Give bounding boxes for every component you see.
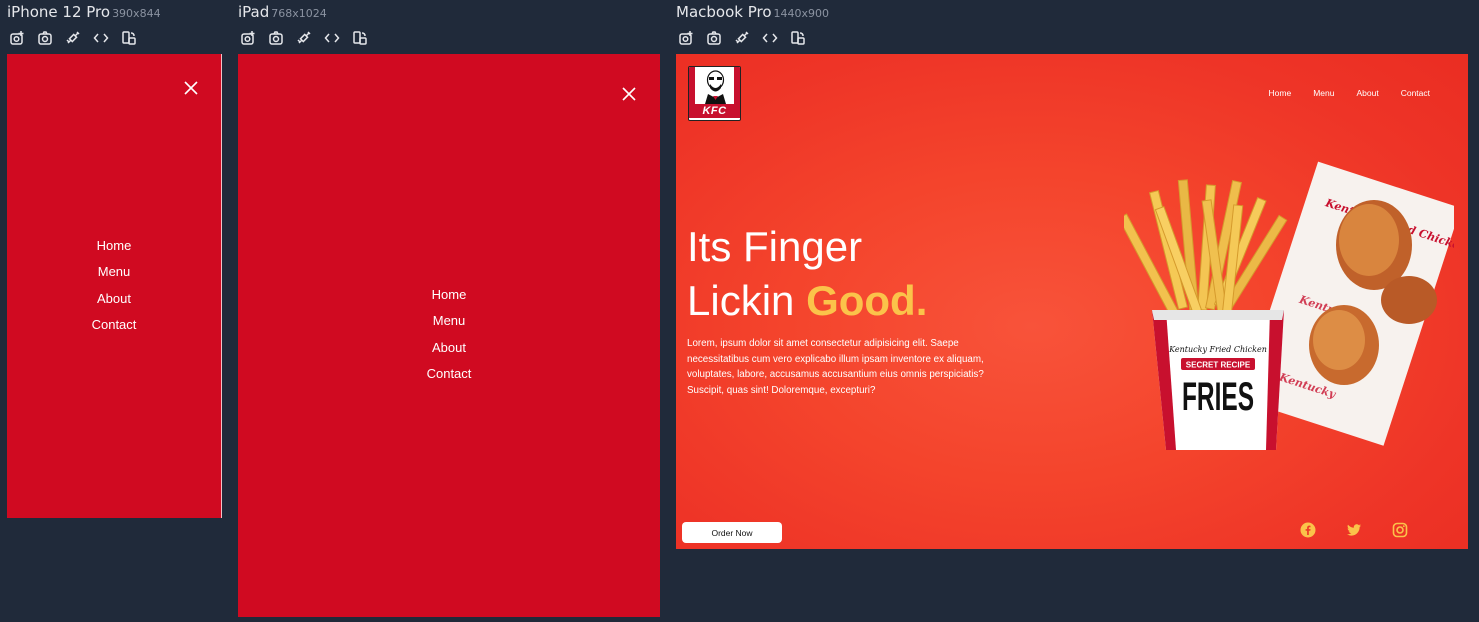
instagram-icon[interactable] bbox=[1392, 522, 1438, 540]
code-icon[interactable] bbox=[762, 28, 790, 48]
rotate-icon[interactable] bbox=[790, 28, 818, 48]
device-toolbar bbox=[9, 28, 149, 48]
sync-icon[interactable] bbox=[734, 28, 762, 48]
device-header: Macbook Pro 1440x900 bbox=[676, 2, 829, 22]
rotate-icon[interactable] bbox=[352, 28, 380, 48]
device-name: iPad bbox=[238, 3, 270, 21]
macbook-viewport: KFC Home Menu About Contact Its Finger L… bbox=[676, 54, 1468, 549]
camera-icon[interactable] bbox=[37, 28, 65, 48]
device-toolbar bbox=[240, 28, 380, 48]
mobile-menu: Home Menu About Contact bbox=[238, 282, 660, 388]
device-size: 768x1024 bbox=[271, 7, 327, 20]
screenshot-icon[interactable] bbox=[240, 28, 268, 48]
sync-icon[interactable] bbox=[296, 28, 324, 48]
headline-accent: Good. bbox=[806, 277, 928, 324]
menu-item-menu[interactable]: Menu bbox=[7, 259, 221, 285]
close-icon[interactable] bbox=[183, 80, 199, 96]
ipad-viewport: Home Menu About Contact bbox=[238, 54, 660, 617]
hero-paragraph: Lorem, ipsum dolor sit amet consectetur … bbox=[687, 338, 984, 396]
twitter-icon[interactable] bbox=[1346, 522, 1392, 540]
nav-home[interactable]: Home bbox=[1269, 88, 1292, 98]
menu-item-menu[interactable]: Menu bbox=[238, 308, 660, 334]
menu-item-about[interactable]: About bbox=[238, 335, 660, 361]
device-size: 390x844 bbox=[112, 7, 161, 20]
fries-chicken-image: Kentucky Fried Chicken Kentucky Kentucky bbox=[1124, 161, 1454, 450]
hero-headline: Its Finger Lickin Good. bbox=[687, 220, 927, 328]
menu-item-contact[interactable]: Contact bbox=[238, 361, 660, 387]
product-badge: SECRET RECIPE bbox=[1186, 361, 1251, 370]
nav-about[interactable]: About bbox=[1356, 88, 1378, 98]
product-brand: Kentucky Fried Chicken bbox=[1168, 345, 1267, 354]
rotate-icon[interactable] bbox=[121, 28, 149, 48]
camera-icon[interactable] bbox=[706, 28, 734, 48]
menu-item-home[interactable]: Home bbox=[238, 282, 660, 308]
social-links bbox=[1300, 522, 1438, 540]
mobile-menu: Home Menu About Contact bbox=[7, 233, 221, 339]
headline-line1: Its Finger bbox=[687, 223, 863, 270]
menu-item-home[interactable]: Home bbox=[7, 233, 221, 259]
device-header: iPhone 12 Pro 390x844 bbox=[7, 2, 161, 22]
nav-menu[interactable]: Menu bbox=[1313, 88, 1334, 98]
nav-contact[interactable]: Contact bbox=[1401, 88, 1430, 98]
sync-icon[interactable] bbox=[65, 28, 93, 48]
kfc-logo[interactable]: KFC bbox=[688, 66, 741, 121]
close-icon[interactable] bbox=[621, 86, 637, 102]
iphone-viewport: Home Menu About Contact bbox=[7, 54, 222, 518]
code-icon[interactable] bbox=[93, 28, 121, 48]
code-icon[interactable] bbox=[324, 28, 352, 48]
menu-item-about[interactable]: About bbox=[7, 286, 221, 312]
site-nav: Home Menu About Contact bbox=[1247, 88, 1430, 98]
device-name: iPhone 12 Pro bbox=[7, 3, 111, 21]
screenshot-icon[interactable] bbox=[9, 28, 37, 48]
order-now-button[interactable]: Order Now bbox=[682, 522, 782, 543]
menu-item-contact[interactable]: Contact bbox=[7, 312, 221, 338]
colonel-icon bbox=[705, 70, 726, 104]
device-name: Macbook Pro bbox=[676, 3, 772, 21]
device-header: iPad 768x1024 bbox=[238, 2, 327, 22]
headline-line2: Lickin bbox=[687, 277, 807, 324]
camera-icon[interactable] bbox=[268, 28, 296, 48]
screenshot-icon[interactable] bbox=[678, 28, 706, 48]
product-name: FRIES bbox=[1182, 375, 1254, 419]
device-size: 1440x900 bbox=[773, 7, 830, 20]
logo-text: KFC bbox=[689, 104, 740, 118]
facebook-icon[interactable] bbox=[1300, 522, 1346, 540]
device-toolbar bbox=[678, 28, 818, 48]
